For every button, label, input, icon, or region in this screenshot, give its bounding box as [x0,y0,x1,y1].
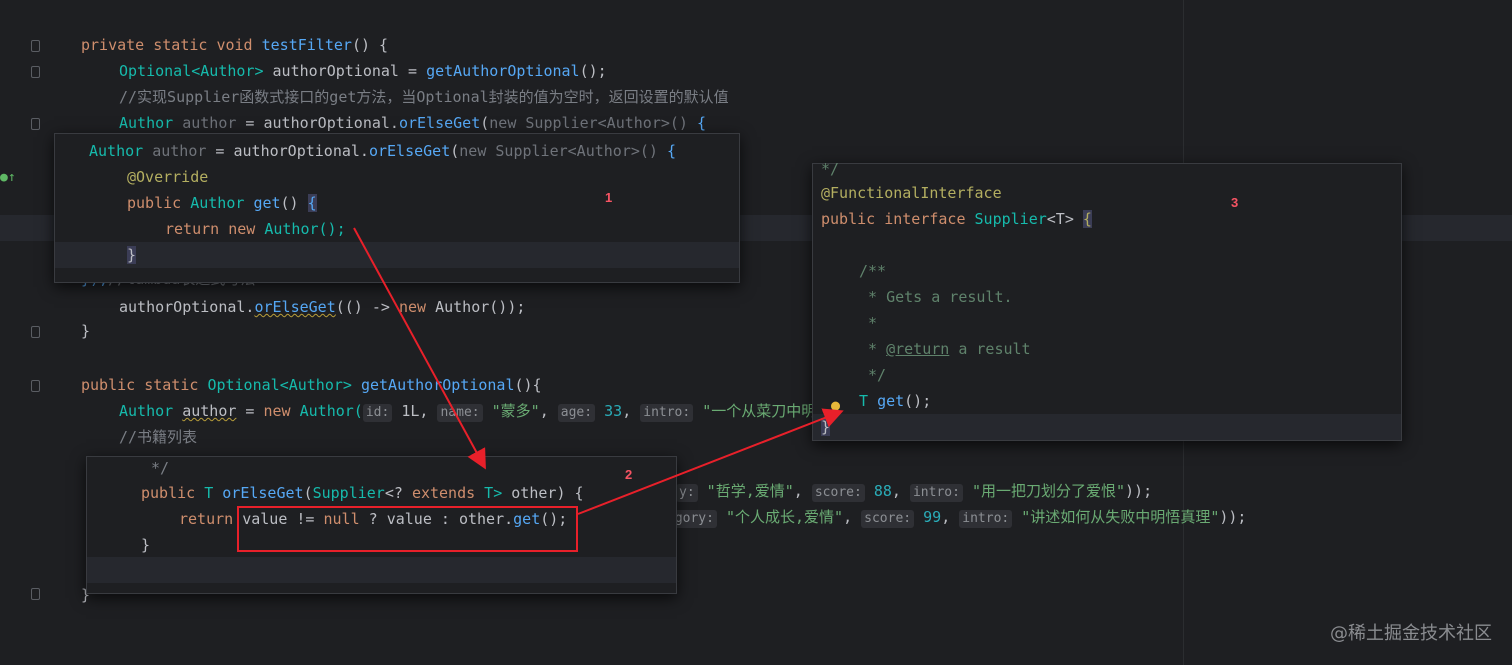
code-line: Author author = new Author(id: 1L, name:… [119,402,832,422]
code-doc-comment: * Gets a result. [859,288,1013,306]
lightbulb-icon[interactable]: ● [831,396,840,414]
popup-current-line [55,242,739,268]
code-annotation: @Override [127,168,209,186]
code-line: } [81,322,91,340]
watermark: @稀土掘金技术社区 [1330,623,1492,644]
code-annotation: @FunctionalInterface [821,184,1002,202]
code-doc-comment: /** [859,262,887,280]
fold-icon[interactable] [31,118,40,130]
code-doc-comment: * [859,314,878,332]
code-line: egory: "个人成长,爱情", score: 99, intro: "讲述如… [664,504,1246,530]
code-line: public T orElseGet(Supplier<? extends T>… [141,484,584,502]
code-doc-comment: * @return a result [859,340,1031,358]
code-comment: */ [151,459,170,477]
fold-icon[interactable] [31,588,40,600]
code-line: return new Author(); [165,220,346,238]
popup-current-line [87,557,676,583]
annotation-number: 3 [1231,195,1239,210]
highlight-box [237,506,578,552]
code-line: public Author get() { [127,194,317,212]
code-line: T get(); [859,392,932,410]
code-comment: //书籍列表 [119,428,198,446]
implement-gutter-icon[interactable]: ●↑ [0,170,16,185]
fold-icon[interactable] [31,380,40,392]
fold-icon[interactable] [31,40,40,52]
code-line: y: "哲学,爱情", score: 88, intro: "用一把刀划分了爱恨… [676,478,1152,504]
code-comment: //实现Supplier函数式接口的get方法，当Optional封装的值为空时… [119,88,729,106]
fold-icon[interactable] [31,326,40,338]
quick-definition-popup-1[interactable]: Author author = authorOptional.orElseGet… [54,133,740,283]
quick-definition-popup-3[interactable]: */ @FunctionalInterface public interface… [812,160,1402,441]
code-line: Author author = authorOptional.orElseGet… [89,142,677,160]
code-line: private static void testFilter() { [81,36,389,54]
code-line: public interface Supplier<T> { [821,210,1092,228]
annotation-number: 2 [625,467,633,482]
annotation-number: 1 [605,190,613,205]
code-doc-comment: */ [859,366,887,384]
code-line: } [821,418,831,436]
code-comment: */ [821,160,840,178]
code-line: } [141,536,151,554]
code-line: authorOptional.orElseGet(() -> new Autho… [119,298,526,316]
fold-icon[interactable] [31,66,40,78]
popup-current-line [813,414,1401,440]
code-line: } [127,246,137,264]
code-line: Optional<Author> authorOptional = getAut… [119,62,607,80]
code-line: public static Optional<Author> getAuthor… [81,376,542,394]
